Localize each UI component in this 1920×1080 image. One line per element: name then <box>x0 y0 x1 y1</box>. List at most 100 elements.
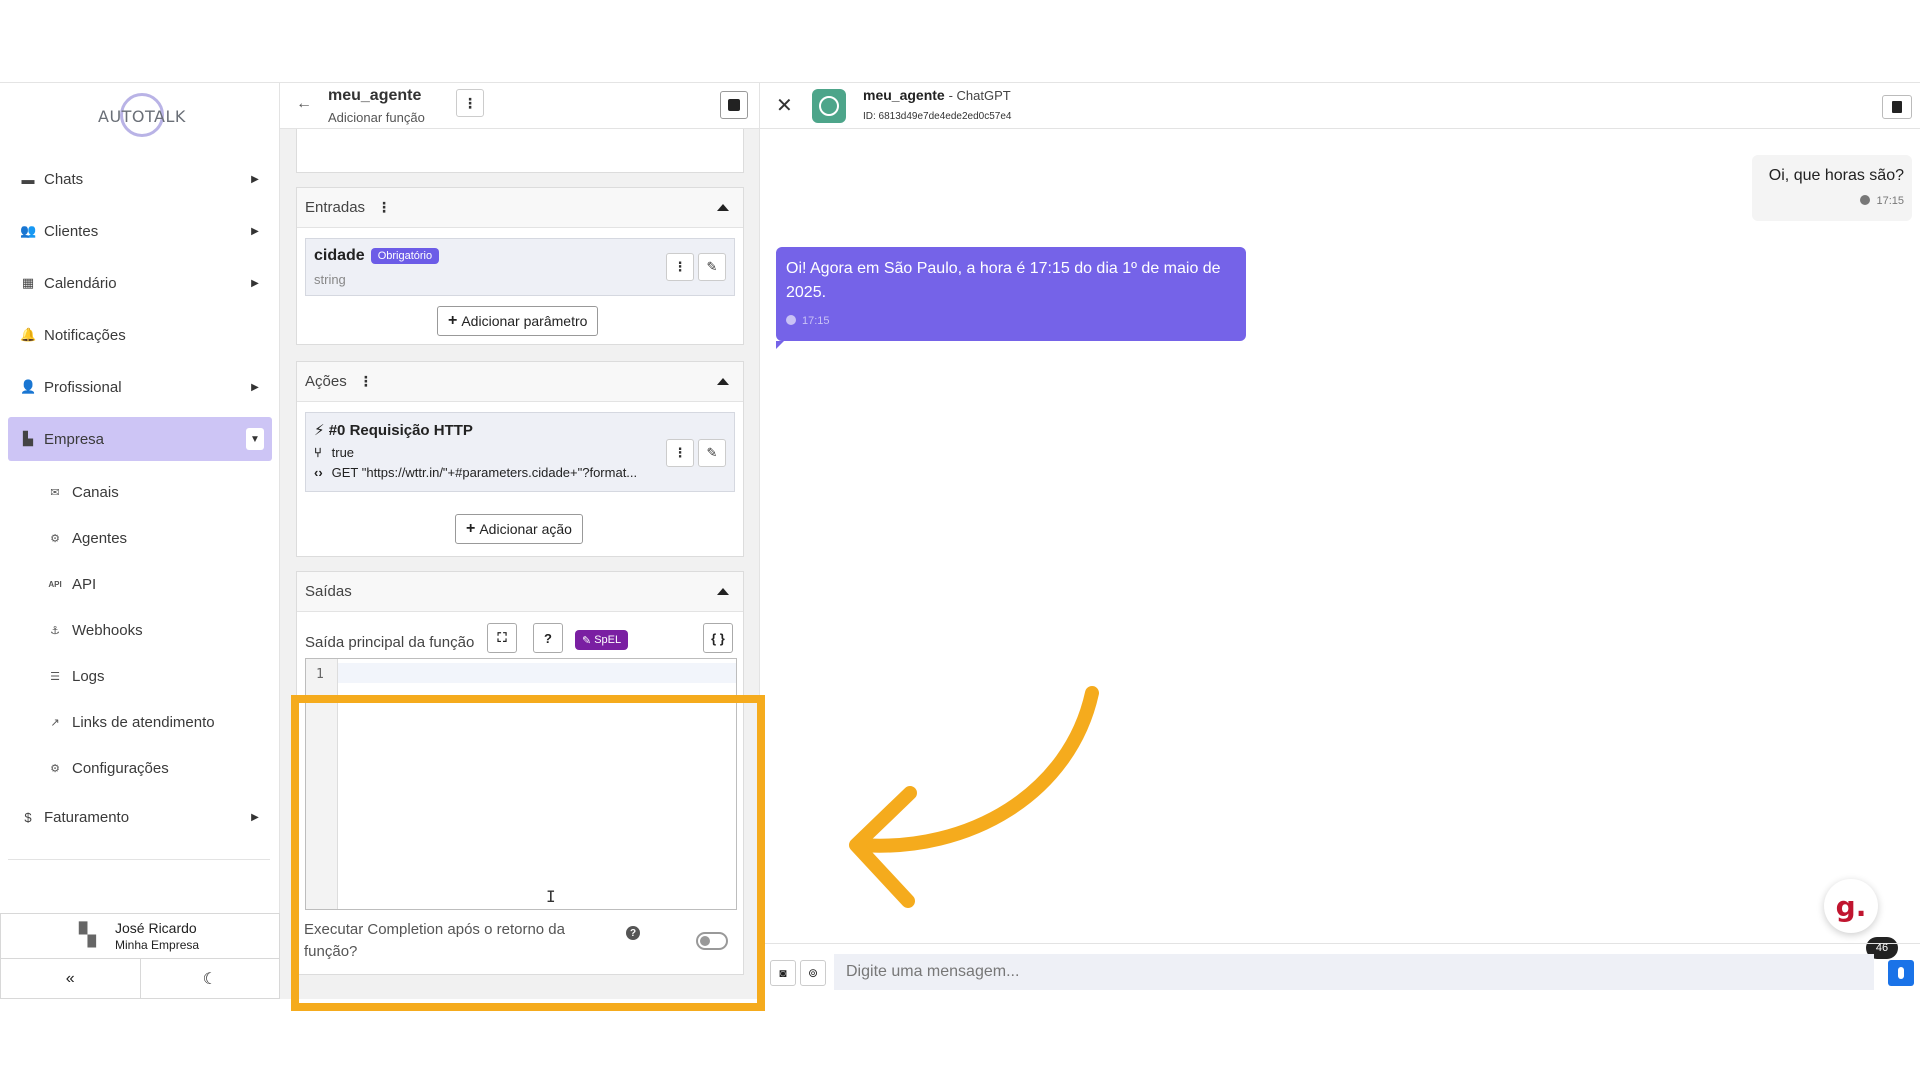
actions-header[interactable]: Ações ⋮ <box>297 362 743 402</box>
sidebar-subitem-label: API <box>72 575 97 593</box>
help-button[interactable]: ? <box>533 623 563 653</box>
page-subtitle: Adicionar função <box>328 110 425 125</box>
fullscreen-button[interactable]: ⛶ <box>487 623 517 653</box>
chat-agent-title: meu_agente - ChatGPT <box>863 87 1011 103</box>
close-icon[interactable]: ✕ <box>776 93 793 118</box>
parameter-menu-button[interactable]: ⋮ <box>666 253 694 281</box>
external-link-icon: ↗ <box>50 716 60 729</box>
microphone-icon[interactable] <box>1888 960 1914 986</box>
trash-icon <box>1892 101 1902 113</box>
spel-badge[interactable]: ✎ SpEL <box>575 630 629 650</box>
completion-toggle[interactable] <box>696 932 728 950</box>
sidebar-subitem-label: Logs <box>72 667 105 685</box>
message-time-text: 17:15 <box>802 315 830 327</box>
building-icon: ▙ <box>23 431 33 446</box>
avatar: ▚ <box>79 922 96 947</box>
attach-icon[interactable]: ⊚ <box>800 960 826 986</box>
output-code-editor[interactable]: 1 I <box>305 658 737 910</box>
sidebar-item-empresa[interactable]: ▙ Empresa ▼ <box>8 417 272 461</box>
parameter-name-row: cidade Obrigatório <box>314 247 440 265</box>
bell-icon: 🔔 <box>20 327 37 342</box>
sidebar-item-notificacoes[interactable]: 🔔 Notificações <box>8 313 272 357</box>
sidebar-item-clientes[interactable]: 👥 Clientes ▶ <box>8 209 272 253</box>
caret-right-icon[interactable]: ▶ <box>246 274 264 292</box>
logo-text: AUTOTALK <box>98 107 186 126</box>
g-widget-button[interactable]: g. <box>1824 879 1878 933</box>
caret-right-icon[interactable]: ▶ <box>246 378 264 396</box>
sidebar-subitem-links[interactable]: ↗ Links de atendimento <box>8 699 272 745</box>
sidebar-item-calendario[interactable]: ▦ Calendário ▶ <box>8 261 272 305</box>
users-icon: 👥 <box>20 223 37 238</box>
question-icon[interactable]: ? <box>626 926 640 940</box>
sidebar-item-label: Empresa <box>44 430 105 448</box>
sidebar-subitem-configuracoes[interactable]: ⚙ Configurações <box>8 745 272 791</box>
chat-icon: ▬ <box>21 171 35 187</box>
user-profile[interactable]: ▚ José Ricardo Minha Empresa <box>0 913 280 959</box>
sidebar-item-profissional[interactable]: 👤 Profissional ▶ <box>8 365 272 409</box>
code-format-button[interactable]: { } <box>703 623 733 653</box>
active-line <box>338 663 736 683</box>
sidebar-nav: ▬ Chats ▶ 👥 Clientes ▶ ▦ Calendário ▶ 🔔 … <box>8 157 272 847</box>
gear-icon: ⚙ <box>50 762 60 775</box>
parameter-edit-button[interactable]: ✎ <box>698 253 726 281</box>
inputs-card: Entradas ⋮ cidade Obrigatório string ⋮ ✎ … <box>296 187 744 345</box>
lightning-icon: ⚡ <box>314 422 325 439</box>
action-title: #0 Requisição HTTP <box>328 422 473 439</box>
line-gutter: 1 <box>306 659 338 909</box>
message-time: 17:15 <box>786 315 830 327</box>
action-title-row: ⚡ #0 Requisição HTTP <box>314 421 473 439</box>
outputs-card: Saídas Saída principal da função ⛶ ? ✎ S… <box>296 571 744 975</box>
annotation-arrow-icon <box>849 686 1099 908</box>
collapse-sidebar-icon[interactable]: « <box>1 959 141 998</box>
parameter-name: cidade <box>314 247 365 264</box>
plus-icon: + <box>466 520 476 537</box>
delete-chat-button[interactable] <box>1882 95 1912 119</box>
sidebar-subitem-webhooks[interactable]: ⚓ Webhooks <box>8 607 272 653</box>
more-options-icon[interactable]: ⋮ <box>359 373 373 390</box>
action-menu-button[interactable]: ⋮ <box>666 439 694 467</box>
user-text: José Ricardo Minha Empresa <box>115 920 199 952</box>
caret-right-icon[interactable]: ▶ <box>246 808 264 826</box>
sidebar-subitem-agentes[interactable]: ⚙ Agentes <box>8 515 272 561</box>
collapse-icon[interactable] <box>717 204 729 211</box>
professional-icon: 👤 <box>20 379 37 394</box>
channel-icon: ✉ <box>50 486 60 499</box>
actions-card: Ações ⋮ ⚡ #0 Requisição HTTP ⑂ true ‹› G… <box>296 361 744 557</box>
more-options-button[interactable]: ⋮ <box>456 89 484 117</box>
collapse-icon[interactable] <box>717 588 729 595</box>
sidebar-subitem-label: Links de atendimento <box>72 713 215 731</box>
camera-icon[interactable]: ◙ <box>770 960 796 986</box>
robot-icon: ⚙ <box>50 532 60 545</box>
caret-right-icon[interactable]: ▶ <box>246 222 264 240</box>
function-editor-header: ← meu_agente Adicionar função ⋮ <box>280 83 759 129</box>
sidebar-divider <box>8 859 270 860</box>
sidebar-subitem-label: Agentes <box>72 529 128 547</box>
more-options-icon[interactable]: ⋮ <box>377 199 391 216</box>
line-number: 1 <box>316 667 324 682</box>
dark-mode-icon[interactable]: ☾ <box>141 959 280 998</box>
action-edit-button[interactable]: ✎ <box>698 439 726 467</box>
sidebar-subitem-canais[interactable]: ✉ Canais <box>8 469 272 515</box>
chat-header: ✕ meu_agente - ChatGPT ID: 6813d49e7de4e… <box>760 83 1920 129</box>
back-arrow-icon[interactable]: ← <box>296 95 312 113</box>
outputs-header[interactable]: Saídas <box>297 572 743 612</box>
sidebar-item-faturamento[interactable]: $ Faturamento ▶ <box>8 795 272 839</box>
add-parameter-label: Adicionar parâmetro <box>461 313 588 329</box>
sidebar-item-chats[interactable]: ▬ Chats ▶ <box>8 157 272 201</box>
collapse-icon[interactable] <box>717 378 729 385</box>
action-condition: true <box>331 445 355 460</box>
sidebar-subitem-api[interactable]: API API <box>8 561 272 607</box>
dollar-icon: $ <box>24 809 32 825</box>
caret-right-icon[interactable]: ▶ <box>246 170 264 188</box>
add-action-button[interactable]: + Adicionar ação <box>455 514 583 544</box>
caret-down-icon[interactable]: ▼ <box>246 428 264 450</box>
save-button[interactable] <box>720 91 748 119</box>
parameter-type: string <box>314 272 346 287</box>
branch-icon: ⑂ <box>314 445 322 460</box>
sidebar-subitem-logs[interactable]: ☰ Logs <box>8 653 272 699</box>
clock-icon <box>1860 195 1871 205</box>
message-text: Oi! Agora em São Paulo, a hora é 17:15 d… <box>786 260 1221 301</box>
inputs-header[interactable]: Entradas ⋮ <box>297 188 743 228</box>
add-parameter-button[interactable]: + Adicionar parâmetro <box>437 306 599 336</box>
logo: AUTOTALK <box>98 91 186 139</box>
